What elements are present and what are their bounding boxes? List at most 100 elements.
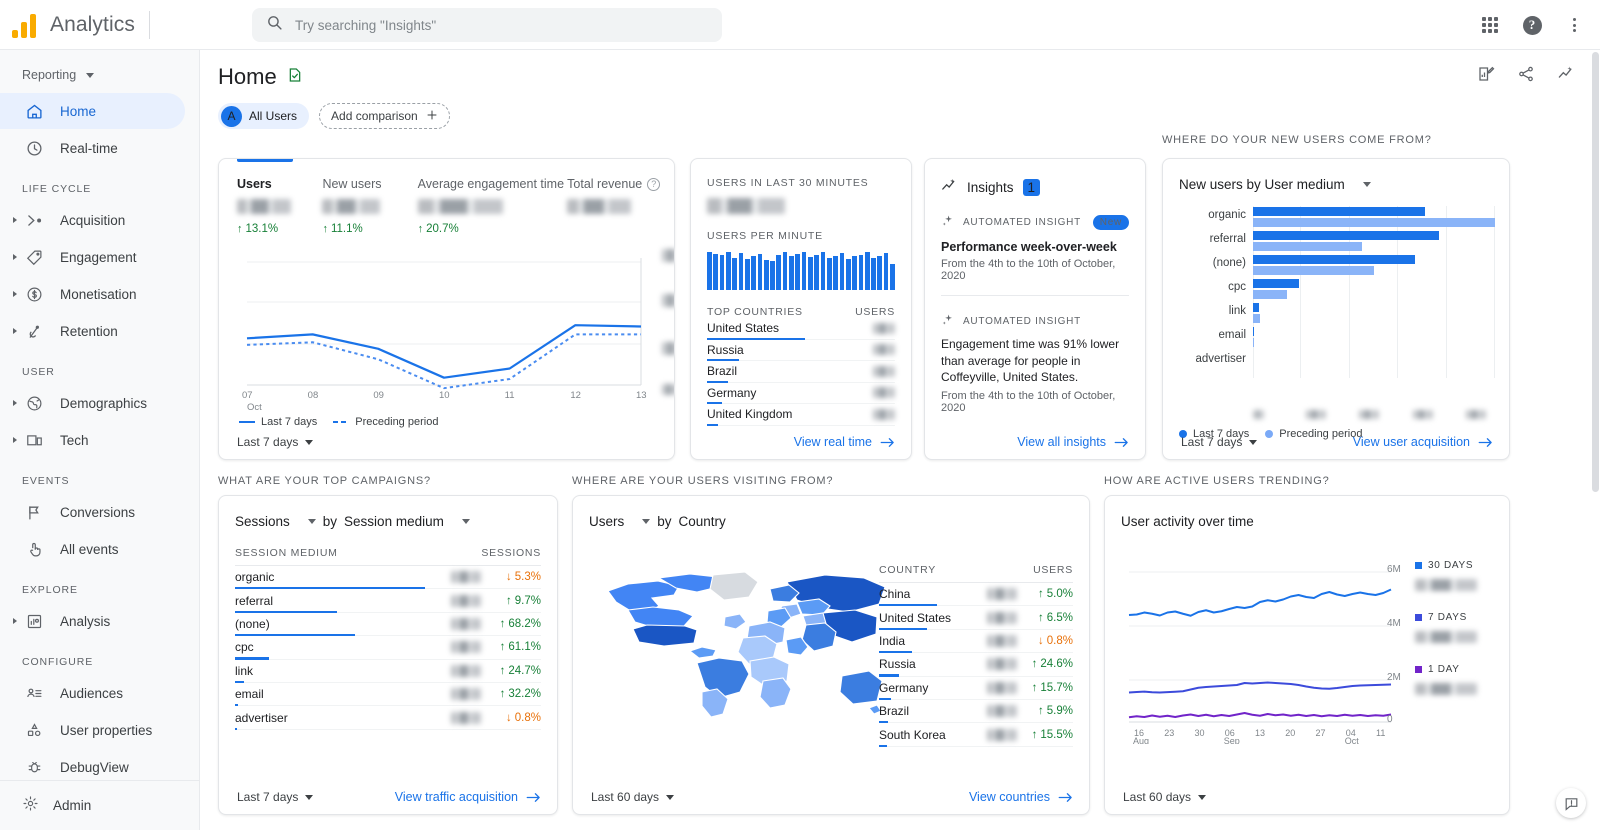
send-feedback-button[interactable]	[1556, 788, 1586, 818]
table-row[interactable]: Russia↑24.6%	[879, 653, 1073, 676]
sidebar-item-acquisition[interactable]: Acquisition	[0, 202, 185, 238]
sidebar-item-real-time[interactable]: Real-time	[0, 130, 185, 166]
sidebar-item-demographics[interactable]: Demographics	[0, 385, 185, 421]
sidebar-item-conversions[interactable]: Conversions	[0, 494, 185, 530]
date-range-selector[interactable]: Last 7 days	[1181, 435, 1257, 449]
metric-tab-users[interactable]: Users ↑ 13.1%	[237, 177, 322, 235]
metric-tab-total-revenue[interactable]: Total revenue?	[567, 177, 674, 235]
table-row[interactable]: Germany↑15.7%	[879, 677, 1073, 700]
table-row[interactable]: United Kingdom	[707, 404, 895, 426]
sidebar-item-audiences[interactable]: Audiences	[0, 675, 185, 711]
page-title: Home	[218, 64, 277, 90]
table-row[interactable]: email↑32.2%	[235, 683, 541, 706]
arrow-up-icon: ↑	[500, 665, 506, 677]
metric-tab-new-users[interactable]: New users ↑ 11.1%	[322, 177, 417, 235]
metric-delta: ↑ 11.1%	[322, 223, 417, 235]
view-countries-link[interactable]: View countries	[969, 790, 1073, 804]
table-row[interactable]: (none)↑68.2%	[235, 613, 541, 636]
table-row[interactable]: Brazil	[707, 361, 895, 383]
customise-report-icon[interactable]	[1477, 65, 1495, 88]
help-icon[interactable]: ?	[1520, 13, 1544, 37]
scrollbar-thumb[interactable]	[1592, 52, 1599, 492]
all-users-chip[interactable]: A All Users	[218, 103, 309, 129]
sidebar-item-tech[interactable]: Tech	[0, 422, 185, 458]
view-real-time-link[interactable]: View real time	[794, 435, 895, 449]
table-row[interactable]: organic↓5.3%	[235, 566, 541, 589]
help-icon[interactable]: ?	[647, 178, 660, 191]
insight-body[interactable]: Engagement time was 91% lower than avera…	[941, 336, 1129, 386]
metric-dropdown[interactable]: Users	[589, 514, 650, 529]
table-row[interactable]: advertiser↓0.8%	[235, 706, 541, 729]
country-users-obscured	[873, 366, 895, 377]
view-user-acquisition-link[interactable]: View user acquisition	[1353, 435, 1493, 449]
date-range-label: Last 7 days	[1181, 435, 1242, 449]
sidebar-item-admin[interactable]: Admin	[0, 780, 199, 830]
delta-percent: ↑9.7%	[493, 595, 541, 607]
table-row[interactable]: referral↑9.7%	[235, 589, 541, 612]
column-header-dimension: SESSION MEDIUM	[235, 547, 338, 559]
table-row[interactable]: South Korea↑15.5%	[879, 723, 1073, 746]
acquisition-icon	[22, 212, 46, 229]
view-all-insights-link[interactable]: View all insights	[1017, 435, 1129, 449]
share-icon[interactable]	[1517, 65, 1535, 88]
users-value-obscured	[987, 705, 1017, 717]
sidebar-item-home[interactable]: Home	[0, 93, 185, 129]
more-options-icon[interactable]	[1562, 13, 1586, 37]
reporting-mode-selector[interactable]: Reporting	[0, 62, 199, 92]
table-row[interactable]: Brazil↑5.9%	[879, 700, 1073, 723]
insights-icon[interactable]	[1557, 64, 1576, 88]
expand-arrow-icon	[8, 254, 22, 260]
insights-title-row: Insights 1	[941, 177, 1129, 197]
metric-tab-avg-engagement-time[interactable]: Average engagement time ↑ 20.7%	[418, 177, 568, 235]
legend-swatch	[239, 421, 255, 424]
country-name: United States	[707, 321, 779, 335]
apps-grid-icon[interactable]	[1478, 13, 1502, 37]
arrow-up-icon: ↑	[500, 641, 506, 653]
bar-preceding-period	[1253, 218, 1495, 227]
top-campaigns-card: Sessions by Session medium SESSION MEDIU…	[218, 495, 558, 815]
delta-value: 32.2%	[508, 688, 541, 700]
sheet-export-icon[interactable]	[287, 67, 303, 88]
legend-item-1-day: 1 DAY	[1415, 664, 1497, 695]
legend-swatch	[1415, 666, 1422, 673]
column-header-users: USERS	[1033, 564, 1073, 576]
medium-chart-dropdown[interactable]: New users by User medium	[1179, 177, 1493, 192]
table-row[interactable]: United States	[707, 318, 895, 340]
sidebar-item-analysis[interactable]: Analysis	[0, 603, 185, 639]
view-traffic-acquisition-link[interactable]: View traffic acquisition	[395, 790, 541, 804]
table-row[interactable]: Russia	[707, 340, 895, 362]
sidebar-item-monetisation[interactable]: Monetisation	[0, 276, 185, 312]
bar	[827, 258, 832, 290]
table-row[interactable]: Germany	[707, 383, 895, 405]
svg-text:Sep: Sep	[1224, 736, 1240, 744]
sidebar-item-retention[interactable]: Retention	[0, 313, 185, 349]
insight-headline[interactable]: Performance week-over-week	[941, 240, 1129, 254]
sidebar-item-engagement[interactable]: Engagement	[0, 239, 185, 275]
svg-text:Oct: Oct	[247, 402, 262, 413]
table-row[interactable]: cpc↑61.1%	[235, 636, 541, 659]
bar-group: advertiser	[1253, 350, 1495, 374]
date-range-selector[interactable]: Last 7 days	[237, 435, 313, 449]
sidebar-item-user-properties[interactable]: User properties	[0, 712, 185, 748]
analytics-logo[interactable]: Analytics	[12, 12, 135, 38]
table-row[interactable]: link↑24.7%	[235, 660, 541, 683]
metric-dropdown[interactable]: Sessions	[235, 514, 316, 529]
arrow-up-icon: ↑	[1038, 612, 1044, 624]
date-range-selector[interactable]: Last 7 days	[237, 790, 313, 804]
date-range-selector[interactable]: Last 60 days	[591, 790, 674, 804]
legend-swatch	[1415, 614, 1422, 621]
search-bar[interactable]	[252, 8, 722, 42]
date-range-selector[interactable]: Last 60 days	[1123, 790, 1206, 804]
countries-dropdowns: Users by Country	[589, 514, 1073, 529]
card-footer: Last 7 days View traffic acquisition	[237, 790, 541, 804]
search-input[interactable]	[295, 18, 708, 33]
dimension-dropdown[interactable]: Session medium	[344, 514, 470, 529]
bar	[770, 261, 775, 290]
top-countries-list: United States RussiaBrazilGermanyUnited K…	[707, 318, 895, 426]
table-row[interactable]: China↑5.0%	[879, 583, 1073, 606]
table-row[interactable]: India↓0.8%	[879, 630, 1073, 653]
add-comparison-button[interactable]: Add comparison	[319, 103, 450, 129]
table-row[interactable]: United States↑6.5%	[879, 606, 1073, 629]
feedback-icon	[1564, 796, 1579, 811]
sidebar-item-all-events[interactable]: All events	[0, 531, 185, 567]
